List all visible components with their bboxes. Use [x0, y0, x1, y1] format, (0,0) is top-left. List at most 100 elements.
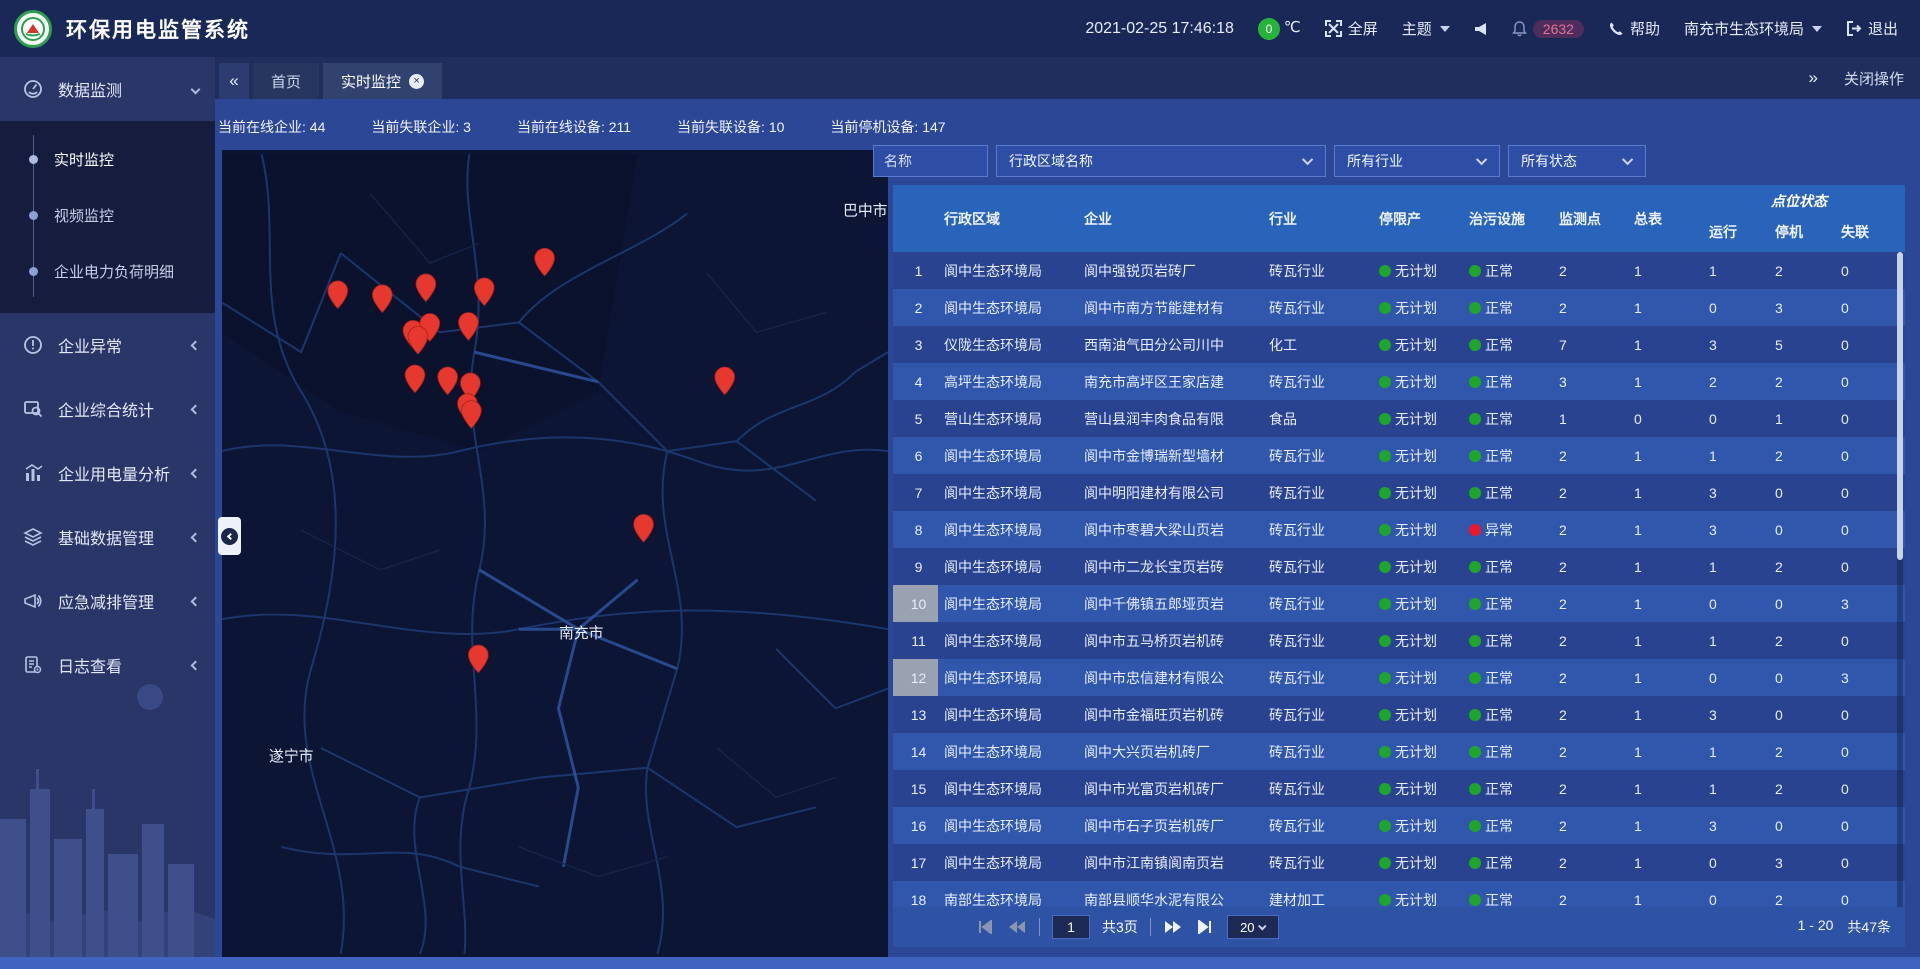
sidebar-subitem[interactable]: 视频监控 — [0, 187, 215, 243]
table-row[interactable]: 5 营山生态环境局 营山县润丰肉食品有限 食品 无计划 正常 1 0 0 1 0 — [893, 400, 1905, 437]
cell-production-limit-status: 无计划 — [1373, 585, 1463, 622]
cell-production-limit-status: 无计划 — [1373, 844, 1463, 881]
cell-region: 阆中生态环境局 — [938, 733, 1078, 770]
cell-pollution-facility-status: 正常 — [1463, 326, 1553, 363]
cityscape-decoration — [0, 669, 215, 969]
page-number-input[interactable] — [1052, 915, 1090, 939]
table-row[interactable]: 9 阆中生态环境局 阆中市二龙长宝页岩砖 砖瓦行业 无计划 正常 2 1 1 2… — [893, 548, 1905, 585]
theme-dropdown[interactable]: 主题 — [1402, 18, 1450, 39]
chevron-down-icon — [1476, 154, 1487, 165]
status-dot-icon — [1469, 820, 1481, 832]
cell-region: 阆中生态环境局 — [938, 622, 1078, 659]
cell-lost-count: 0 — [1835, 881, 1905, 907]
temperature-badge: 0 — [1258, 18, 1280, 40]
table-row[interactable]: 6 阆中生态环境局 阆中市金博瑞新型墙材 砖瓦行业 无计划 正常 2 1 1 2… — [893, 437, 1905, 474]
status-dot-icon — [1469, 783, 1481, 795]
cell-stop-count: 0 — [1769, 807, 1835, 844]
next-page-button[interactable] — [1163, 918, 1183, 936]
sidebar-group[interactable]: 数据监测 — [0, 57, 215, 121]
table-row[interactable]: 16 阆中生态环境局 阆中市石子页岩机砖厂 砖瓦行业 无计划 正常 2 1 3 … — [893, 807, 1905, 844]
caret-down-icon — [1440, 26, 1450, 32]
region-select[interactable]: 行政区域名称 — [996, 145, 1326, 177]
cell-monitor-count: 2 — [1553, 437, 1628, 474]
table-row[interactable]: 18 南部生态环境局 南部县顺华水泥有限公 建材加工 无计划 正常 2 1 0 … — [893, 881, 1905, 907]
table-row[interactable]: 14 阆中生态环境局 阆中大兴页岩机砖厂 砖瓦行业 无计划 正常 2 1 1 2… — [893, 733, 1905, 770]
notifications-button[interactable]: 2632 — [1512, 20, 1584, 38]
name-search-input[interactable] — [873, 145, 988, 177]
sidebar-group[interactable]: 企业综合统计 — [0, 377, 215, 441]
chart-icon — [22, 462, 44, 484]
tab-close-icon[interactable]: × — [409, 74, 424, 89]
cell-lost-count: 3 — [1835, 585, 1905, 622]
status-dot-icon — [1379, 376, 1391, 388]
table-row[interactable]: 1 阆中生态环境局 阆中强锐页岩砖厂 砖瓦行业 无计划 正常 2 1 1 2 0 — [893, 252, 1905, 289]
industry-select[interactable]: 所有行业 — [1334, 145, 1500, 177]
table-row[interactable]: 7 阆中生态环境局 阆中明阳建材有限公司 砖瓦行业 无计划 正常 2 1 3 0… — [893, 474, 1905, 511]
prev-page-button[interactable] — [1007, 918, 1027, 936]
cell-meter-count: 1 — [1628, 659, 1703, 696]
table-row[interactable]: 11 阆中生态环境局 阆中市五马桥页岩机砖 砖瓦行业 无计划 正常 2 1 1 … — [893, 622, 1905, 659]
sidebar-group[interactable]: 企业用电量分析 — [0, 441, 215, 505]
alert-icon — [22, 334, 44, 356]
filter-bar: 行政区域名称 所有行业 所有状态 — [873, 145, 1646, 177]
fullscreen-button[interactable]: 全屏 — [1325, 18, 1378, 39]
table-row[interactable]: 8 阆中生态环境局 阆中市枣碧大梁山页岩 砖瓦行业 无计划 异常 2 1 3 0… — [893, 511, 1905, 548]
cell-company: 阆中强锐页岩砖厂 — [1078, 252, 1263, 289]
table-row[interactable]: 2 阆中生态环境局 阆中市南方节能建材有 砖瓦行业 无计划 正常 2 1 0 3… — [893, 289, 1905, 326]
cell-row-number: 4 — [893, 363, 938, 400]
cell-run-count: 1 — [1703, 548, 1769, 585]
cell-production-limit-status: 无计划 — [1373, 659, 1463, 696]
scrollbar-thumb[interactable] — [1897, 252, 1903, 560]
last-page-button[interactable] — [1195, 918, 1215, 936]
cell-meter-count: 1 — [1628, 585, 1703, 622]
sidebar-subitem[interactable]: 实时监控 — [0, 131, 215, 187]
cell-region: 阆中生态环境局 — [938, 659, 1078, 696]
help-button[interactable]: 帮助 — [1608, 18, 1660, 39]
table-row[interactable]: 13 阆中生态环境局 阆中市金福旺页岩机砖 砖瓦行业 无计划 正常 2 1 3 … — [893, 696, 1905, 733]
tab-realtime-monitor[interactable]: 实时监控 × — [323, 63, 442, 99]
tab-home[interactable]: 首页 — [253, 63, 319, 99]
notification-count-badge: 2632 — [1533, 20, 1584, 38]
cell-industry: 砖瓦行业 — [1263, 363, 1373, 400]
cell-meter-count: 1 — [1628, 474, 1703, 511]
mute-button[interactable] — [1474, 22, 1488, 36]
table-row[interactable]: 15 阆中生态环境局 阆中市光富页岩机砖厂 砖瓦行业 无计划 正常 2 1 1 … — [893, 770, 1905, 807]
chevron-down-icon — [1258, 922, 1266, 930]
status-dot-icon — [1469, 894, 1481, 906]
cell-row-number: 16 — [893, 807, 938, 844]
sidebar-group[interactable]: 企业异常 — [0, 313, 215, 377]
cell-stop-count: 2 — [1769, 881, 1835, 907]
cell-row-number: 3 — [893, 326, 938, 363]
table-row[interactable]: 12 阆中生态环境局 阆中市忠信建材有限公 砖瓦行业 无计划 正常 2 1 0 … — [893, 659, 1905, 696]
cell-company: 阆中市金博瑞新型墙材 — [1078, 437, 1263, 474]
status-dot-icon — [1469, 339, 1481, 351]
page-size-select[interactable]: 20 — [1227, 915, 1279, 939]
tab-scroll-left-button[interactable]: « — [219, 63, 249, 99]
table-row[interactable]: 17 阆中生态环境局 阆中市江南镇阆南页岩 砖瓦行业 无计划 正常 2 1 0 … — [893, 844, 1905, 881]
sidebar-group[interactable]: 基础数据管理 — [0, 505, 215, 569]
bullet-dot-icon — [29, 267, 38, 276]
tab-scroll-right-button[interactable]: » — [1809, 68, 1818, 88]
sidebar-group[interactable]: 应急减排管理 — [0, 569, 215, 633]
table-header: 行政区域 企业 行业 停限产 治污设施 监测点 总表 运行 停机 失联 点位状态 — [893, 185, 1905, 252]
status-select[interactable]: 所有状态 — [1508, 145, 1646, 177]
map-panel[interactable]: 巴中市 南充市 遂宁市 — [222, 150, 888, 958]
table-scrollbar[interactable] — [1897, 252, 1903, 907]
cell-row-number: 6 — [893, 437, 938, 474]
status-dot-icon — [1379, 709, 1391, 721]
cell-meter-count: 1 — [1628, 622, 1703, 659]
close-operations-button[interactable]: 关闭操作 — [1844, 68, 1904, 89]
cell-monitor-count: 3 — [1553, 363, 1628, 400]
cell-lost-count: 0 — [1835, 437, 1905, 474]
table-row[interactable]: 3 仪陇生态环境局 西南油气田分公司川中 化工 无计划 正常 7 1 3 5 0 — [893, 326, 1905, 363]
org-dropdown[interactable]: 南充市生态环境局 — [1684, 18, 1822, 39]
cell-industry: 砖瓦行业 — [1263, 252, 1373, 289]
table-row[interactable]: 10 阆中生态环境局 阆中千佛镇五郎垭页岩 砖瓦行业 无计划 正常 2 1 0 … — [893, 585, 1905, 622]
sidebar-collapse-toggle[interactable] — [218, 517, 241, 555]
status-dot-icon — [1469, 561, 1481, 573]
logout-button[interactable]: 退出 — [1846, 18, 1898, 39]
sidebar-subitem[interactable]: 企业电力负荷明细 — [0, 243, 215, 299]
first-page-button[interactable] — [975, 918, 995, 936]
table-row[interactable]: 4 高坪生态环境局 南充市高坪区王家店建 砖瓦行业 无计划 正常 3 1 2 2… — [893, 363, 1905, 400]
cell-run-count: 1 — [1703, 252, 1769, 289]
